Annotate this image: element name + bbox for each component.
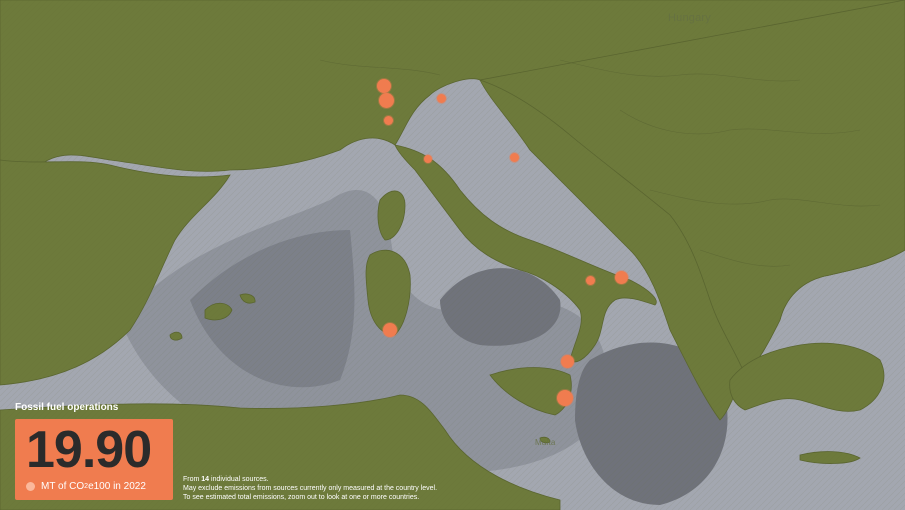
unit-prefix: MT of CO — [41, 481, 85, 492]
emissions-summary-panel: 19.90 MT of CO 2 e100 in 2022 — [15, 419, 173, 500]
emission-source-marker[interactable] — [424, 155, 432, 163]
emission-source-marker[interactable] — [377, 79, 391, 93]
map-view[interactable]: Hungary Malta Fossil fuel operations 19.… — [0, 0, 905, 510]
emission-source-marker[interactable] — [586, 276, 595, 285]
footnote-line-2: May exclude emissions from sources curre… — [183, 485, 438, 492]
emission-source-marker[interactable] — [383, 323, 397, 337]
footnote-line-1: From 14 individual sources. — [183, 475, 437, 484]
emissions-unit: MT of CO 2 e100 in 2022 — [26, 481, 146, 492]
unit-suffix: e100 in 2022 — [88, 481, 146, 492]
panel-title: Fossil fuel operations — [15, 402, 119, 413]
label-malta: Malta — [535, 438, 556, 447]
footnote: From 14 individual sources. May exclude … — [183, 475, 437, 502]
emission-source-marker[interactable] — [379, 93, 394, 108]
footnote-suffix: individual sources. — [209, 476, 269, 483]
source-count: 14 — [201, 476, 210, 483]
footnote-line-3: To see estimated total emissions, zoom o… — [183, 494, 420, 501]
emission-source-marker[interactable] — [615, 271, 628, 284]
emission-source-marker[interactable] — [510, 153, 519, 162]
emission-source-marker[interactable] — [437, 94, 446, 103]
legend-circle-icon — [26, 482, 35, 491]
emission-source-marker[interactable] — [384, 116, 393, 125]
label-hungary: Hungary — [668, 12, 711, 24]
emissions-value: 19.90 — [26, 421, 152, 479]
footnote-prefix: From — [183, 476, 202, 483]
emission-source-marker[interactable] — [557, 390, 573, 406]
emission-source-marker[interactable] — [561, 355, 574, 368]
